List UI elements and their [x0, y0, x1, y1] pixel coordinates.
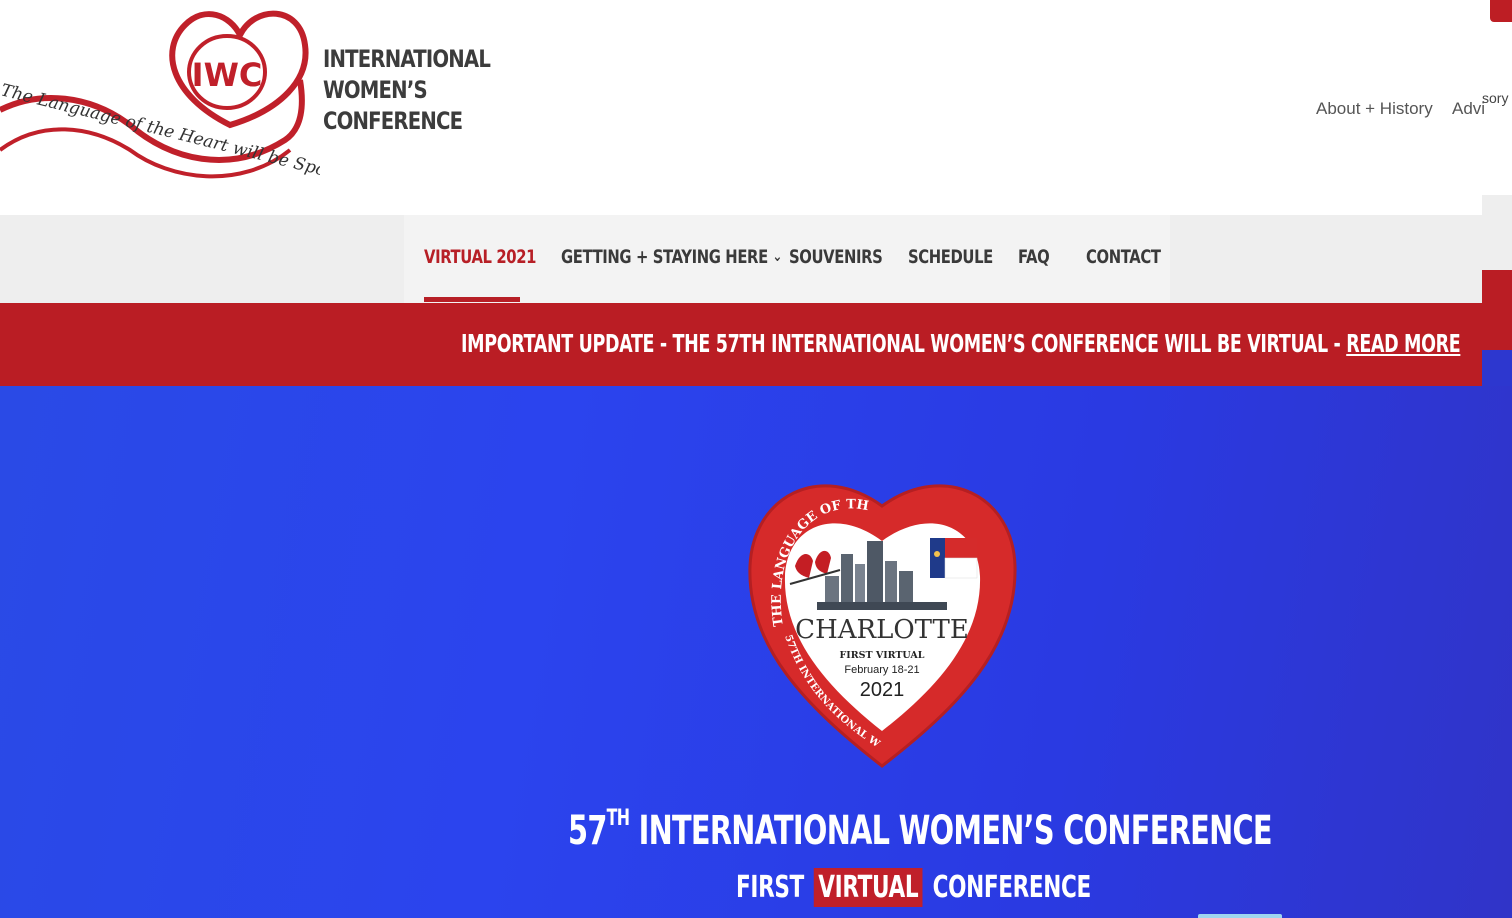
edge-strip-red: [1482, 270, 1512, 350]
logo-mark-text: IWC: [192, 56, 263, 94]
top-link-about-history[interactable]: About + History: [1316, 99, 1433, 119]
logo-word-line-2: WOMEN’S: [323, 76, 428, 104]
heart-logo-icon: IWC The Language of the Heart will be Sp…: [0, 10, 320, 195]
main-nav: VIRTUAL 2021 GETTING + STAYING HERE ⌄ SOU…: [0, 215, 1482, 303]
top-link-advisory[interactable]: Advi: [1452, 99, 1485, 119]
site-header: IWC The Language of the Heart will be Sp…: [0, 0, 1485, 215]
badge-dates: February 18-21: [844, 664, 919, 676]
badge-city: CHARLOTTE: [795, 615, 969, 645]
hero-section: THE LANGUAGE OF THE HEART WILL BE SPOKEN…: [0, 386, 1512, 918]
banner-text: IMPORTANT UPDATE - THE 57TH INTERNATIONA…: [461, 329, 1461, 358]
logo-word-line-1: INTERNATIONAL: [323, 45, 491, 73]
conference-heart-badge: THE LANGUAGE OF THE HEART WILL BE SPOKEN…: [745, 466, 1017, 768]
hero-sub-highlight: VIRTUAL: [813, 868, 923, 907]
read-more-link[interactable]: READ MORE: [1346, 329, 1461, 358]
announcement-banner: IMPORTANT UPDATE - THE 57TH INTERNATIONA…: [0, 303, 1482, 386]
north-carolina-flag-icon: [930, 538, 978, 579]
badge-line1: FIRST VIRTUAL: [840, 650, 925, 661]
hero-button-peek[interactable]: [1198, 914, 1282, 918]
banner-message: IMPORTANT UPDATE - THE 57TH INTERNATIONA…: [461, 329, 1347, 358]
edge-strip-blue: [1482, 350, 1512, 386]
badge-year: 2021: [860, 679, 905, 701]
site-logo[interactable]: IWC The Language of the Heart will be Sp…: [0, 0, 491, 195]
edge-strip: [1482, 195, 1512, 270]
hero-sub-before: FIRST: [736, 870, 812, 905]
hero-title-text: INTERNATIONAL WOMEN’S CONFERENCE: [629, 808, 1273, 854]
hero-sub-after: CONFERENCE: [925, 870, 1092, 905]
logo-word-line-3: CONFERENCE: [323, 107, 463, 135]
nav-item-schedule[interactable]: SCHEDULE: [908, 246, 993, 268]
active-nav-indicator: [424, 297, 520, 302]
page: IWC The Language of the Heart will be Sp…: [0, 0, 1512, 918]
nav-item-contact[interactable]: CONTACT: [1086, 246, 1161, 268]
nav-item-getting-staying-here[interactable]: GETTING + STAYING HERE ⌄: [561, 246, 782, 268]
hero-subtitle: FIRST VIRTUAL CONFERENCE: [736, 868, 1092, 907]
edge-tab[interactable]: [1490, 0, 1512, 22]
chevron-down-icon: ⌄: [772, 247, 782, 265]
nav-item-label: GETTING + STAYING HERE: [561, 246, 768, 268]
hero-title: 57TH INTERNATIONAL WOMEN’S CONFERENCE: [568, 806, 1273, 854]
overflow-tooltip: sory: [1482, 90, 1509, 106]
hero-title-number: 57: [568, 808, 607, 854]
nav-item-faq[interactable]: FAQ: [1018, 246, 1050, 268]
logo-tagline: The Language of the Heart will be Spoken…: [0, 80, 320, 195]
hero-title-ordinal: TH: [606, 806, 630, 831]
logo-wordmark: INTERNATIONAL WOMEN’S CONFERENCE: [323, 44, 491, 137]
nav-item-souvenirs[interactable]: SOUVENIRS: [789, 246, 883, 268]
nav-item-virtual-2021[interactable]: VIRTUAL 2021: [424, 246, 536, 268]
